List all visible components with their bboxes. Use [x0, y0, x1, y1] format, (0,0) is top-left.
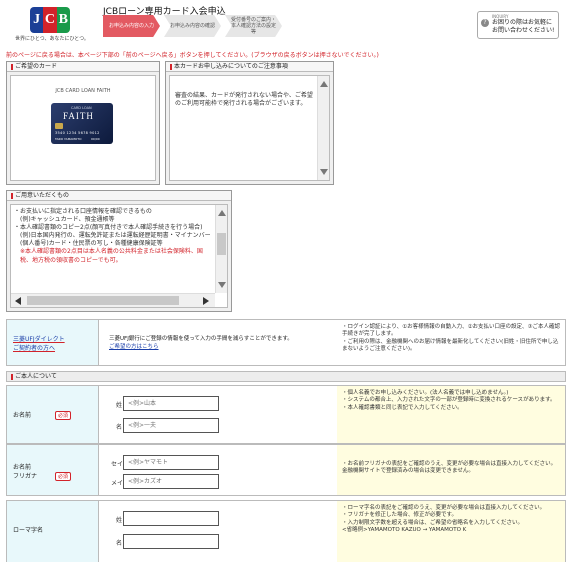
- card-face-holder: TARO YAMAMOTO: [55, 137, 82, 141]
- notes-panel-title: 本カードお申し込みについてのご注意事項: [174, 63, 288, 70]
- roman-label-text: ローマ字名: [13, 527, 44, 534]
- direct-help: ・ログイン認証により、①お客様情報の自動入力、②お支払い口座の設定、③ご本人確認…: [337, 320, 565, 365]
- step-input: お申込み内容の入力: [103, 15, 160, 37]
- roman-row: ローマ字名 姓 名 ・ローマ字名の表記をご確認のうえ、変更が必要な場合は直接入力…: [6, 500, 566, 562]
- name-row: お名前 必須 姓 名 ・個人名義でお申し込みください。(法人名義では申し込めませ…: [6, 385, 566, 444]
- last-name-kana-input[interactable]: [123, 455, 219, 470]
- prepare-list: ・お支払いに指定される口座情報を確認できるもの (例)キャッシュカード、預金通帳…: [11, 205, 227, 283]
- first-name-input[interactable]: [123, 418, 219, 433]
- prepare-panel-header: ご用意いただくもの: [7, 191, 231, 201]
- last-name-roman-input[interactable]: [123, 511, 219, 526]
- logo-letter-c: C: [43, 7, 57, 33]
- mei-kana-label: メイ: [111, 480, 124, 487]
- direct-label-line1: 三菱UFJダイレクト: [13, 336, 65, 343]
- roman-inputs: 姓 名: [99, 501, 337, 562]
- prepare-vscrollbar[interactable]: [215, 205, 227, 293]
- roman-help: ・ローマ字名の表記をご確認のうえ、変更が必要な場合は直接入力してください。 ・フ…: [337, 501, 565, 562]
- prepare-scroll-area[interactable]: ・お支払いに指定される口座情報を確認できるもの (例)キャッシュカード、預金通帳…: [10, 204, 228, 308]
- inquiry-button[interactable]: ? INQUIRY お困りの際はお気軽にお問い合わせください!: [477, 11, 559, 39]
- card-chip: [55, 123, 63, 129]
- step-confirm: お申込み内容の確認: [164, 15, 221, 37]
- sei-kana-label: セイ: [111, 461, 124, 468]
- card-face-top: CARD LOAN: [71, 106, 92, 110]
- section-title: ご本人について: [15, 373, 57, 380]
- prepare-item: (例)キャッシュカード、預金通帳等: [20, 216, 115, 224]
- prepare-hscrollbar[interactable]: [11, 293, 215, 307]
- direct-help-line: ・ログイン認証により、①お客様情報の自動入力、②お支払い口座の設定、③ご本人確認…: [342, 324, 560, 338]
- notes-panel-header: 本カードお申し込みについてのご注意事項: [166, 62, 333, 72]
- scroll-up-icon[interactable]: [218, 210, 226, 216]
- roman-mei-label: 名: [116, 540, 123, 547]
- kana-label: お名前 フリガナ 必須: [7, 445, 99, 495]
- section-header-personal: ご本人について: [6, 371, 566, 382]
- kana-row: お名前 フリガナ 必須 セイ メイ ・お名前フリガナの表記をご確認のうえ、変更が…: [6, 444, 566, 496]
- progress-steps: お申込み内容の入力 お申込み内容の確認 受付番号のご案内・本人確認方法の設定等: [103, 15, 282, 37]
- kana-help-line: ・お名前フリガナの表記をご確認のうえ、変更が必要な場合は直接入力してください。金…: [342, 461, 557, 475]
- last-name-input[interactable]: [123, 396, 219, 411]
- card-face-brand: FAITH: [63, 111, 94, 121]
- card-image: CARD LOAN FAITH 3540 1234 5678 9012 TARO…: [51, 103, 113, 144]
- prepare-panel-title: ご用意いただくもの: [15, 192, 70, 199]
- card-panel: ご希望のカード JCB CARD LOAN FAITH CARD LOAN FA…: [6, 61, 160, 185]
- roman-example: <省略例>YAMAMOTO KAZUO → YAMAMOTO K: [342, 527, 467, 534]
- first-name-kana-input[interactable]: [123, 474, 219, 489]
- step-receipt: 受付番号のご案内・本人確認方法の設定等: [225, 15, 282, 37]
- direct-login-row: 三菱UFJダイレクト ご契約者の方へ 三菱UFJ銀行にご登録の情報を使って入力の…: [6, 319, 566, 366]
- direct-label-line2: ご契約者の方へ: [13, 345, 56, 352]
- first-name-roman-input[interactable]: [123, 534, 219, 549]
- mei-label: 名: [116, 424, 123, 431]
- notes-scrollbar[interactable]: [317, 76, 329, 180]
- kana-label-line1: お名前: [13, 464, 32, 471]
- roman-sei-label: 姓: [116, 517, 123, 524]
- scroll-right-icon[interactable]: [203, 297, 209, 305]
- sei-label: 姓: [116, 402, 123, 409]
- back-button-notice: 前のページに戻る場合は、本ページ下部の「前のページへ戻る」ボタンを押してください…: [6, 52, 379, 59]
- direct-help-line: ・ご利用の際は、金融機関へのお届け情報を最新化してください(旧姓・旧住所で申し込…: [342, 338, 559, 353]
- logo-letter-j: J: [30, 7, 44, 33]
- question-icon: ?: [481, 19, 489, 27]
- direct-apply-link[interactable]: ご希望の方はこちら: [109, 344, 159, 350]
- scroll-left-icon[interactable]: [15, 297, 21, 305]
- card-name: JCB CARD LOAN FAITH: [55, 88, 111, 94]
- prepare-panel: ご用意いただくもの ・お支払いに指定される口座情報を確認できるもの (例)キャッ…: [6, 190, 232, 312]
- kana-inputs: セイ メイ: [99, 445, 337, 495]
- notes-scroll-area[interactable]: 審査の結果、カードが発行されない場合や、ご希望のご利用可能枠で発行される場合がご…: [169, 75, 330, 181]
- name-label: お名前 必須: [7, 386, 99, 443]
- card-panel-title: ご希望のカード: [15, 63, 58, 70]
- scroll-down-icon[interactable]: [320, 169, 328, 175]
- card-panel-header: ご希望のカード: [7, 62, 159, 72]
- required-badge: 必須: [54, 472, 71, 481]
- roman-label: ローマ字名: [7, 501, 99, 562]
- prepare-item: (例)日本国内発行の、運転免許証または運転経歴証明書・マイナンバー(個人番号)カ…: [20, 232, 211, 248]
- roman-help-line: ・フリガナを修正した場合、修正が必要です。: [342, 512, 457, 519]
- name-help: ・個人名義でお申し込みください。(法人名義では申し込めません。) ・システムの都…: [337, 386, 565, 443]
- notes-text: 審査の結果、カードが発行されない場合や、ご希望のご利用可能枠で発行される場合がご…: [175, 92, 313, 108]
- notes-panel: 本カードお申し込みについてのご注意事項 審査の結果、カードが発行されない場合や、…: [165, 61, 334, 185]
- name-help-line: ・システムの都合上、入力された文字の一部が登録時に変換されるケースがあります。: [342, 397, 556, 404]
- card-face-expiry: 00/00: [91, 137, 100, 141]
- direct-label: 三菱UFJダイレクト ご契約者の方へ: [7, 320, 99, 365]
- kana-help: ・お名前フリガナの表記をご確認のうえ、変更が必要な場合は直接入力してください。金…: [337, 445, 565, 495]
- name-inputs: 姓 名: [99, 386, 337, 443]
- direct-mid: 三菱UFJ銀行にご登録の情報を使って入力の手間を減らすことができます。 ご希望の…: [99, 320, 337, 365]
- scroll-down-icon[interactable]: [218, 282, 226, 288]
- direct-mid-text: 三菱UFJ銀行にご登録の情報を使って入力の手間を減らすことができます。: [109, 336, 293, 342]
- card-face-number: 3540 1234 5678 9012: [55, 131, 100, 135]
- required-badge: 必須: [54, 411, 71, 420]
- jcb-logo: J C B: [30, 7, 70, 33]
- prepare-item: ・お支払いに指定される口座情報を確認できるもの: [14, 208, 152, 215]
- name-label-text: お名前: [13, 412, 32, 419]
- prepare-red-note: ※本人確認書類の2点目は本人名義の公共料金または社会保険料、国税、地方税の領収書…: [20, 248, 203, 264]
- kana-label-line2: フリガナ: [13, 473, 38, 480]
- hscroll-thumb[interactable]: [27, 296, 179, 305]
- scroll-thumb[interactable]: [217, 233, 226, 255]
- name-help-line: ・本人確認書類と同じ表記で入力してください。: [342, 404, 463, 411]
- logo-letter-b: B: [56, 7, 70, 33]
- brand-tagline: 世界にひとつ、あなたにひとつ。: [15, 36, 89, 42]
- scroll-up-icon[interactable]: [320, 81, 328, 87]
- inquiry-text: お困りの際はお気軽にお問い合わせください!: [492, 19, 555, 34]
